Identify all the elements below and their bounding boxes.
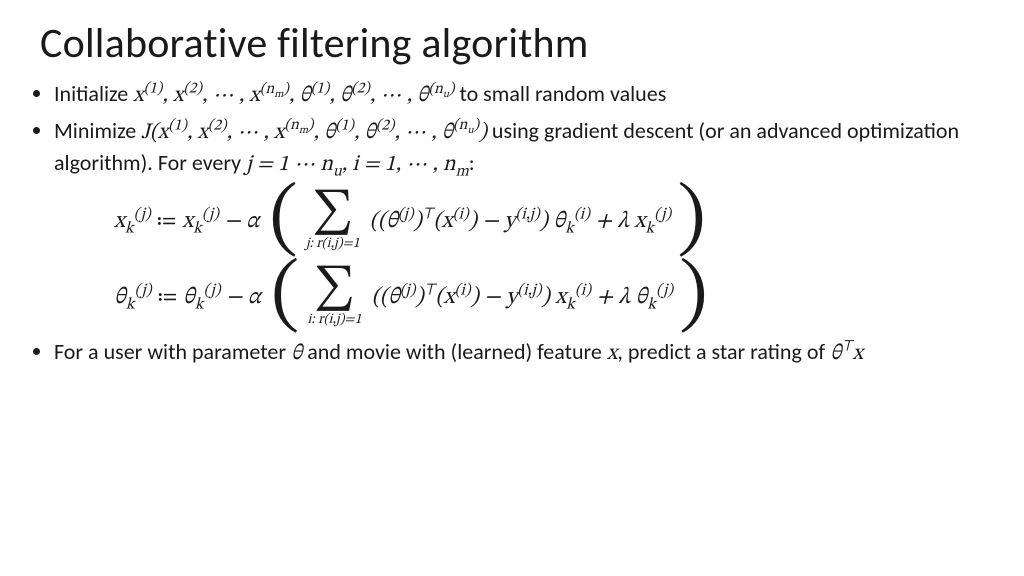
- update-equations: xk(j) ≔ xk(j) − α ( ∑ j: r(i,j)=1 ((θ(j)…: [114, 185, 984, 333]
- bullet2-colon: :: [469, 149, 475, 176]
- bullet-minimize: Minimize J(x(1), x(2), ⋯ , x(nm), θ(1), …: [54, 116, 984, 333]
- eq1-inner: ((θ(j))⊤(x(i)) − y(i,j)) θk(i) + λ xk(j): [366, 206, 676, 237]
- right-paren-icon: ): [675, 185, 708, 257]
- eq1-rhs1: xk(j) − α: [182, 206, 265, 237]
- bullet-initialize: Initialize x(1), x(2), ⋯ , x(nm), θ(1), …: [54, 79, 984, 112]
- bullet3-prefix: For a user with parameter: [54, 338, 291, 365]
- bullet1-suffix: to small random values: [454, 80, 666, 107]
- bullet1-math: x(1), x(2), ⋯ , x(nm), θ(1), θ(2), ⋯ , θ…: [133, 85, 454, 107]
- eq2-paren: ( ∑ i: r(i,j)=1 ((θ(j))⊤(x(i)) − y(i,j))…: [269, 261, 710, 333]
- equation-x-update: xk(j) ≔ xk(j) − α ( ∑ j: r(i,j)=1 ((θ(j)…: [114, 185, 984, 257]
- eq2-rhs1: θk(j) − α: [183, 282, 267, 313]
- eq2-sum-limit: i: r(i,j)=1: [307, 313, 361, 327]
- left-paren-icon: (: [269, 261, 302, 333]
- eq1-lhs: xk(j): [114, 206, 157, 237]
- eq1-sum-limit: j: r(i,j)=1: [306, 237, 360, 251]
- bullet3-mid: and movie with (learned) feature: [302, 338, 607, 365]
- slide-title: Collaborative filtering algorithm: [40, 18, 984, 69]
- bullet1-prefix: Initialize: [54, 80, 133, 107]
- left-paren-icon: (: [267, 185, 300, 257]
- slide: Collaborative filtering algorithm Initia…: [0, 0, 1024, 576]
- bullet3-x: x: [607, 343, 618, 365]
- bullet2-range: j = 1 ⋯ nu, i = 1, ⋯ , nm: [246, 154, 469, 176]
- eq2-lhs: θk(j): [114, 282, 158, 313]
- bullet3-theta: θ: [291, 343, 302, 365]
- eq1-assign: ≔: [157, 206, 182, 237]
- summation-icon: ∑ j: r(i,j)=1: [300, 191, 366, 251]
- right-paren-icon: ): [677, 261, 710, 333]
- eq1-paren: ( ∑ j: r(i,j)=1 ((θ(j))⊤(x(i)) − y(i,j))…: [267, 185, 708, 257]
- bullet2-math: J(x(1), x(2), ⋯ , x(nm), θ(1), θ(2), ⋯ ,…: [141, 122, 487, 144]
- bullet-predict: For a user with parameter θ and movie wi…: [54, 337, 984, 370]
- summation-icon: ∑ i: r(i,j)=1: [301, 267, 367, 327]
- eq2-assign: ≔: [158, 282, 183, 313]
- bullet-list: Initialize x(1), x(2), ⋯ , x(nm), θ(1), …: [54, 79, 984, 370]
- bullet3-thetaTx: θ⊤x: [830, 343, 863, 365]
- eq2-inner: ((θ(j))⊤(x(i)) − y(i,j)) xk(i) + λ θk(j): [368, 282, 678, 313]
- bullet3-suffix: , predict a star rating of: [617, 338, 830, 365]
- equation-theta-update: θk(j) ≔ θk(j) − α ( ∑ i: r(i,j)=1 ((θ(j)…: [114, 261, 984, 333]
- bullet2-prefix: Minimize: [54, 117, 141, 144]
